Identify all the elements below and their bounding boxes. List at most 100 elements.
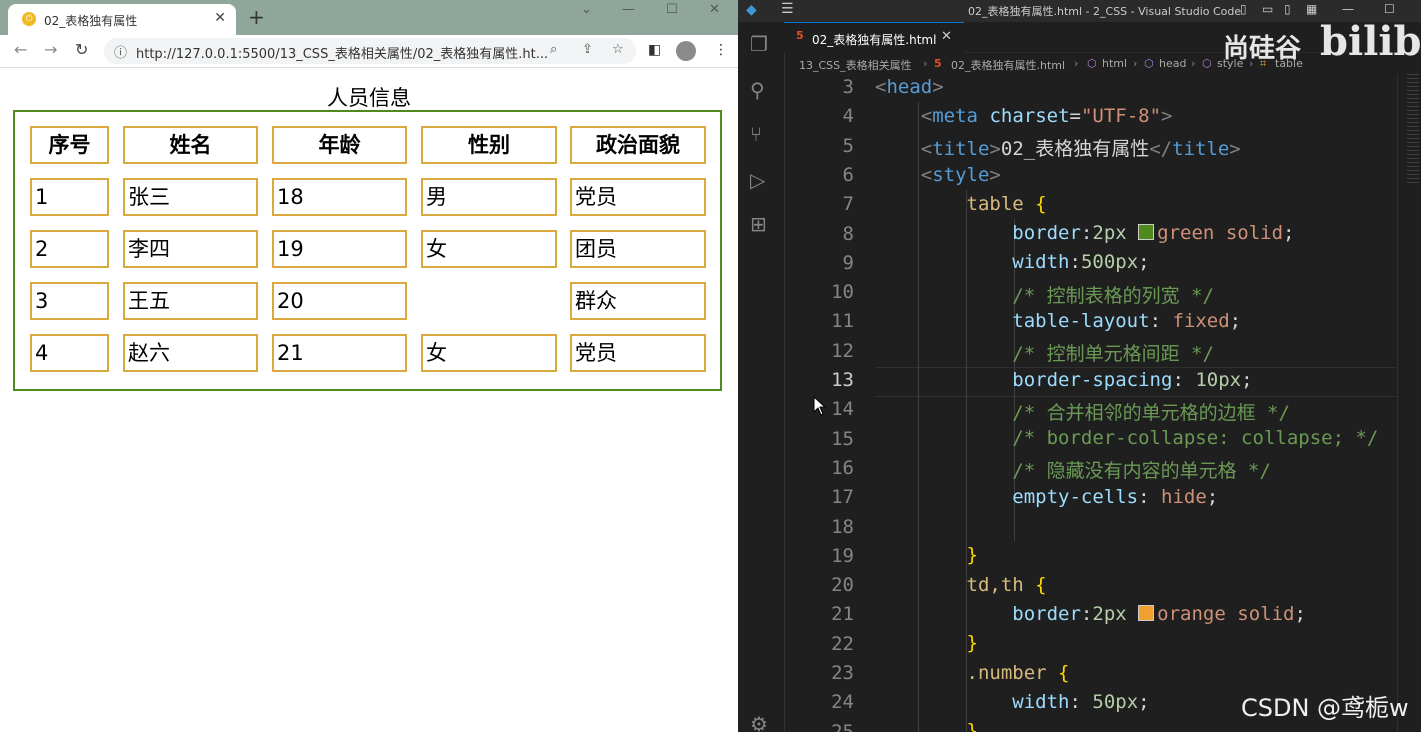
profile-avatar[interactable] xyxy=(676,41,696,61)
live-server-icon: ⏻ xyxy=(22,12,36,26)
line-number: 20 xyxy=(831,574,854,597)
breadcrumb-table[interactable]: table xyxy=(1275,57,1303,70)
code-line-21: border:2px orange solid; xyxy=(1012,603,1306,625)
table-cell-col-number: 1 xyxy=(30,178,109,216)
element-icon: ⬡ xyxy=(1144,57,1154,70)
run-debug-icon[interactable]: ▷ xyxy=(750,168,765,192)
layout-panel-icon[interactable]: ▭ xyxy=(1262,2,1273,16)
zoom-icon[interactable]: ⌕ xyxy=(550,42,557,57)
table-cell-col-name: 赵六 xyxy=(123,334,258,372)
mouse-cursor-icon xyxy=(813,396,827,416)
browser-window: ⏻ 02_表格独有属性 ✕ + ⌄ — ☐ ✕ ← → ↻ ⓘ http://1… xyxy=(0,0,738,732)
chevron-right-icon: › xyxy=(1074,57,1079,70)
menu-kebab-icon[interactable]: ⋮ xyxy=(714,42,728,58)
source-control-icon[interactable]: ⑂ xyxy=(750,122,762,146)
table-header-col-gender: 性别 xyxy=(421,126,557,164)
forward-button[interactable]: → xyxy=(44,40,57,59)
line-number: 22 xyxy=(831,632,854,655)
maximize-button[interactable]: ☐ xyxy=(666,2,678,17)
chevron-right-icon: › xyxy=(1191,57,1196,70)
layout-sidebar-icon[interactable]: ▯ xyxy=(1240,2,1247,16)
explorer-icon[interactable]: ❐ xyxy=(750,32,768,56)
line-number: 13 xyxy=(831,369,854,391)
chevron-right-icon: › xyxy=(1249,57,1254,70)
customize-layout-icon[interactable]: ▦ xyxy=(1306,2,1317,16)
share-icon[interactable]: ⇪ xyxy=(582,42,593,57)
tab-close-icon[interactable]: ✕ xyxy=(214,10,226,26)
editor-tab-active[interactable]: 5 02_表格独有属性.html ✕ xyxy=(784,22,964,53)
line-number: 19 xyxy=(831,544,854,567)
breadcrumb-style[interactable]: style xyxy=(1217,57,1243,70)
browser-tab[interactable]: ⏻ 02_表格独有属性 ✕ xyxy=(8,4,236,35)
close-window-button[interactable]: ✕ xyxy=(709,2,720,17)
code-line-25: } xyxy=(966,720,978,732)
browser-tab-bar: ⏻ 02_表格独有属性 ✕ + ⌄ — ☐ ✕ xyxy=(0,0,738,35)
line-number: 24 xyxy=(831,691,854,714)
line-number: 9 xyxy=(842,251,854,274)
breadcrumb-file[interactable]: 02_表格独有属性.html xyxy=(951,57,1065,73)
table-cell-col-gender: 女 xyxy=(421,230,557,268)
breadcrumb-head[interactable]: head xyxy=(1159,57,1186,70)
site-info-icon[interactable]: ⓘ xyxy=(114,42,127,61)
chevron-right-icon: › xyxy=(923,57,928,70)
table-caption: 人员信息 xyxy=(327,86,411,110)
hamburger-menu-icon[interactable]: ☰ xyxy=(781,1,794,17)
table-cell-col-politics: 群众 xyxy=(570,282,706,320)
editor-tab-close-icon[interactable]: ✕ xyxy=(941,29,952,44)
breadcrumb: 13_CSS_表格相关属性 › 5 02_表格独有属性.html › ⬡ htm… xyxy=(784,54,1421,74)
table-cell-col-name: 张三 xyxy=(123,178,258,216)
minimize-button[interactable]: — xyxy=(622,2,635,17)
line-number: 23 xyxy=(831,662,854,684)
line-number: 8 xyxy=(842,222,854,245)
reload-button[interactable]: ↻ xyxy=(75,40,88,59)
table-cell-col-politics: 党员 xyxy=(570,334,706,372)
element-icon: ⬡ xyxy=(1202,57,1212,70)
code-line-14: /* 合并相邻的单元格的边框 */ xyxy=(1012,402,1290,424)
html5-file-icon: 5 xyxy=(934,57,942,70)
vscode-logo-icon: ◆ xyxy=(746,2,757,18)
tab-search-icon[interactable]: ⌄ xyxy=(581,2,592,17)
line-number: 6 xyxy=(842,163,854,186)
table-cell-col-number: 4 xyxy=(30,334,109,372)
vs-minimize-button[interactable]: — xyxy=(1342,2,1354,16)
breadcrumb-html[interactable]: html xyxy=(1102,57,1127,70)
code-line-20: td,th { xyxy=(966,574,1047,596)
settings-gear-icon[interactable]: ⚙ xyxy=(750,712,768,732)
color-swatch-green[interactable] xyxy=(1138,224,1155,240)
line-number: 15 xyxy=(831,427,854,450)
layout-secondary-icon[interactable]: ▯ xyxy=(1284,2,1291,16)
code-line-9: width:500px; xyxy=(1012,251,1150,273)
minimap[interactable] xyxy=(1407,74,1419,184)
vs-maximize-button[interactable]: ☐ xyxy=(1384,2,1395,16)
code-line-13: border-spacing: 10px; xyxy=(1012,369,1253,391)
editor-tab-label: 02_表格独有属性.html xyxy=(812,33,937,47)
csdn-watermark: CSDN @鸢栀w xyxy=(1241,694,1409,722)
code-line-23: .number { xyxy=(966,662,1070,684)
line-number: 25 xyxy=(831,720,854,732)
vscode-title-bar: ◆ ☰ 02_表格独有属性.html - 2_CSS - Visual Stud… xyxy=(738,0,1421,22)
line-number: 7 xyxy=(842,193,854,216)
breadcrumb-folder[interactable]: 13_CSS_表格相关属性 xyxy=(799,57,912,73)
tab-title: 02_表格独有属性 xyxy=(44,14,138,28)
line-number: 4 xyxy=(842,105,854,128)
activity-bar: ❐ ⚲ ⑂ ▷ ⊞ ⚙ xyxy=(738,22,785,732)
code-line-3: <head> xyxy=(875,76,944,98)
line-number: 17 xyxy=(831,486,854,509)
side-panel-icon[interactable]: ◧ xyxy=(648,42,661,58)
extensions-icon[interactable]: ⊞ xyxy=(750,212,767,236)
url-text: http://127.0.0.1:5500/13_CSS_表格相关属性/02_表… xyxy=(136,47,549,62)
line-number: 18 xyxy=(831,515,854,538)
search-icon[interactable]: ⚲ xyxy=(750,78,765,102)
address-bar[interactable]: ⓘ http://127.0.0.1:5500/13_CSS_表格相关属性/02… xyxy=(104,38,636,64)
back-button[interactable]: ← xyxy=(14,40,27,59)
table-cell-col-age: 19 xyxy=(272,230,407,268)
code-editor[interactable]: <head> <meta charset="UTF-8"> <title>02_… xyxy=(875,74,1421,732)
table-cell-col-number: 2 xyxy=(30,230,109,268)
code-line-11: table-layout: fixed; xyxy=(1012,310,1242,332)
window-title: 02_表格独有属性.html - 2_CSS - Visual Studio C… xyxy=(968,5,1242,18)
table-cell-col-number: 3 xyxy=(30,282,109,320)
color-swatch-orange[interactable] xyxy=(1138,605,1155,621)
new-tab-button[interactable]: + xyxy=(248,5,265,29)
table-cell-col-gender: 男 xyxy=(421,178,557,216)
bookmark-star-icon[interactable]: ☆ xyxy=(612,42,624,57)
